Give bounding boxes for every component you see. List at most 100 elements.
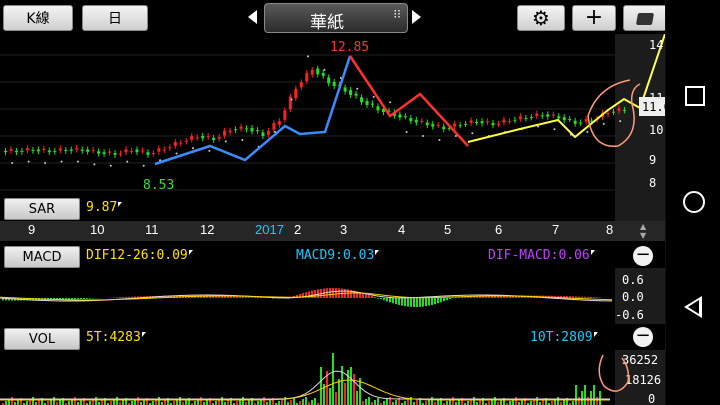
- candle-body: [97, 151, 101, 154]
- candle-body: [102, 152, 106, 154]
- candle-body: [234, 129, 238, 131]
- vol-ma10-label[interactable]: 10T:2809: [530, 330, 598, 345]
- sar-dot: [27, 160, 30, 163]
- volume-bar: [53, 397, 55, 405]
- candle-body: [453, 123, 457, 127]
- macd-button[interactable]: MACD: [4, 246, 80, 268]
- candle-body: [266, 131, 270, 135]
- candle-body: [414, 119, 418, 123]
- macd-hist-bar: [449, 298, 451, 300]
- vol-ma5-label[interactable]: 5T:4283: [86, 330, 146, 345]
- candle-body: [4, 150, 7, 153]
- prev-stock-arrow[interactable]: [248, 10, 257, 24]
- candle-body: [436, 124, 440, 126]
- volume-bar: [5, 401, 7, 405]
- macd-hist-bar: [431, 298, 433, 305]
- vol-collapse-button[interactable]: −: [633, 327, 653, 347]
- vol-ma5-text: 5T:4283: [86, 330, 141, 345]
- macd-hist-bar: [83, 298, 85, 299]
- volume-bar: [320, 367, 322, 405]
- y-tick-9: 9: [649, 153, 656, 167]
- macd-hist-bar: [401, 298, 403, 306]
- macd-hist-bar: [398, 298, 400, 305]
- settings-button[interactable]: ⚙: [517, 5, 565, 31]
- candle-body: [469, 120, 473, 123]
- candle-body: [47, 150, 51, 153]
- volume-bar: [584, 385, 586, 405]
- macd-hist-bar: [122, 297, 124, 298]
- candle-body: [376, 106, 380, 111]
- share-icon: [635, 13, 655, 25]
- sar-dot: [438, 139, 441, 142]
- scroll-arrows-icon[interactable]: ▲ ▼: [640, 222, 646, 240]
- volume-chart[interactable]: 36252 18126 0: [0, 350, 665, 405]
- volume-bar: [47, 401, 49, 405]
- sar-dot: [241, 139, 244, 142]
- macd-hist-bar: [587, 296, 589, 298]
- stock-name-box[interactable]: 華紙 ⁝⁝: [264, 3, 408, 33]
- macd-hist-bar: [236, 296, 238, 298]
- sar-dot: [142, 164, 145, 167]
- candle-body: [168, 147, 172, 149]
- volume-bar: [158, 397, 160, 405]
- volume-bar: [137, 397, 139, 405]
- volume-bar: [500, 400, 502, 405]
- macd-hist-bar: [71, 298, 73, 300]
- candle-body: [551, 114, 555, 116]
- volume-bar: [299, 401, 301, 405]
- candle-body: [75, 147, 79, 150]
- macd-collapse-button[interactable]: −: [633, 246, 653, 266]
- macd-hist-bar: [410, 298, 412, 307]
- candle-body: [612, 111, 615, 113]
- volume-bar: [581, 391, 583, 405]
- sar-button[interactable]: SAR: [4, 198, 80, 220]
- candle-body: [442, 126, 446, 130]
- candle-body: [398, 114, 402, 118]
- macd-hist-bar: [257, 297, 259, 298]
- macd-hist-bar: [233, 296, 235, 298]
- volume-bar: [431, 397, 433, 405]
- month-7: 7: [552, 222, 560, 237]
- macd-chart[interactable]: 0.6 0.0 -0.6: [0, 268, 665, 324]
- macd-hist-bar: [368, 294, 370, 298]
- volume-bar: [557, 397, 559, 405]
- macd-hist-bar: [380, 298, 382, 300]
- home-button[interactable]: [683, 191, 705, 213]
- macd-osc-label[interactable]: DIF-MACD:0.06: [488, 248, 595, 263]
- volume-bar: [110, 401, 112, 405]
- volume-bar: [509, 401, 511, 405]
- macd-hist-bar: [251, 297, 253, 298]
- macd-dif-label[interactable]: DIF12-26:0.09: [86, 248, 193, 263]
- macd-hist-bar: [128, 296, 130, 298]
- candle-body: [206, 136, 210, 138]
- candle-body: [431, 123, 435, 127]
- macd-hist-bar: [443, 298, 445, 302]
- price-chart[interactable]: 12.85 8.53 14 11 10 9 8 11.00: [0, 34, 665, 224]
- candle-body: [31, 149, 35, 151]
- macd-hist-bar: [116, 297, 118, 298]
- candle-body: [557, 116, 561, 119]
- sar-dot: [191, 147, 194, 150]
- macd-hist-bar: [425, 298, 427, 307]
- candle-body: [316, 68, 320, 75]
- sar-value[interactable]: 9.87: [86, 200, 123, 215]
- recents-button[interactable]: [685, 86, 705, 106]
- month-5: 5: [444, 222, 452, 237]
- volume-bar: [521, 400, 523, 405]
- share-button[interactable]: [623, 5, 665, 31]
- period-button[interactable]: 日: [82, 5, 148, 31]
- add-button[interactable]: +: [572, 5, 616, 31]
- macd-hist-bar: [584, 296, 586, 298]
- volume-bar: [329, 388, 331, 405]
- volume-bar: [338, 379, 340, 405]
- gear-icon: ⚙: [532, 6, 550, 30]
- next-stock-arrow[interactable]: [412, 10, 421, 24]
- volume-bar: [206, 400, 208, 405]
- sar-dot: [405, 130, 408, 133]
- kline-button[interactable]: K線: [3, 5, 73, 31]
- macd-hist-bar: [248, 296, 250, 298]
- macd-signal-label[interactable]: MACD9:0.03: [296, 248, 380, 263]
- macd-hist-bar: [68, 298, 70, 300]
- vol-button[interactable]: VOL: [4, 328, 80, 350]
- macd-hist-bar: [446, 298, 448, 301]
